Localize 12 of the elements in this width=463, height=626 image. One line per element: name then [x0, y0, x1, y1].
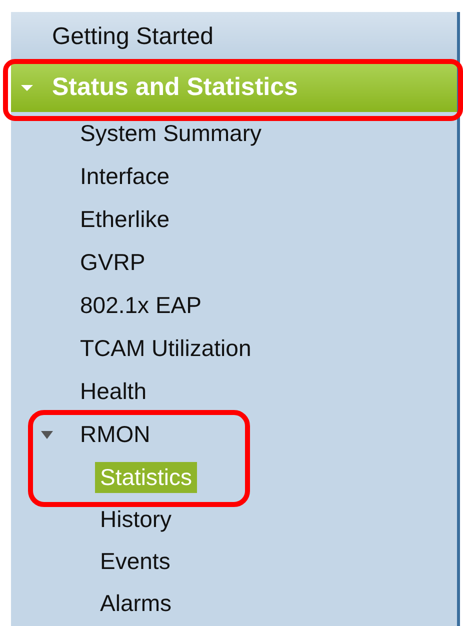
triangle-icon[interactable]	[41, 431, 53, 439]
menu-item[interactable]: RMON	[75, 419, 156, 450]
menu-item[interactable]: History	[95, 504, 177, 534]
menu-item[interactable]: Events	[95, 546, 176, 576]
menu-item[interactable]: System Summary	[75, 118, 266, 149]
menu-item[interactable]: Health	[75, 376, 152, 407]
menu-item[interactable]: Alarms	[95, 588, 177, 618]
menu-item[interactable]: 802.1x EAP	[75, 290, 206, 321]
menu-item[interactable]: GVRP	[75, 247, 150, 278]
menu-item[interactable]: Etherlike	[75, 204, 174, 235]
menu-item[interactable]: TCAM Utilization	[75, 333, 256, 364]
menu-item[interactable]: Interface	[75, 161, 174, 192]
